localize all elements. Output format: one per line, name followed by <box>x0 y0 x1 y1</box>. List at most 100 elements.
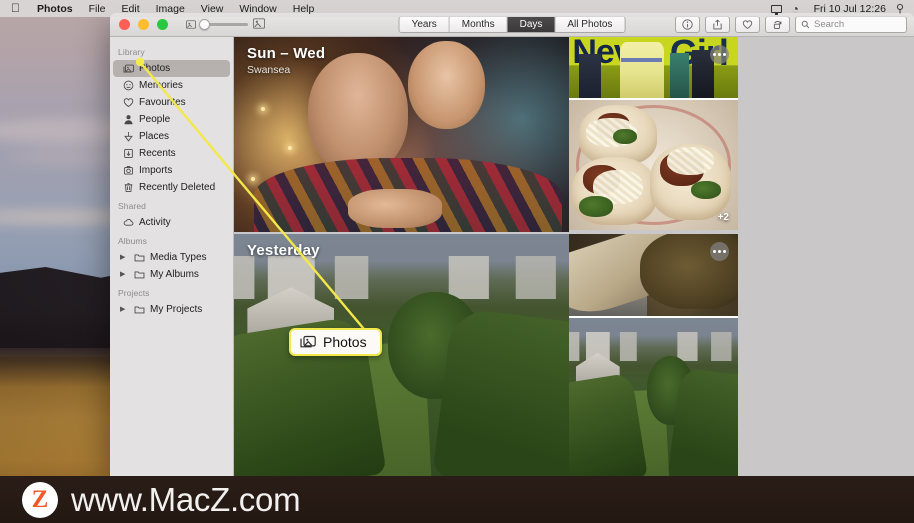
photo-thumbnail <box>234 234 569 476</box>
chevron-right-icon[interactable]: ▶ <box>120 254 128 261</box>
photos-icon <box>122 63 134 75</box>
chevron-right-icon[interactable]: ▶ <box>120 306 128 313</box>
menu-item-file[interactable]: File <box>81 3 114 15</box>
sidebar-section-shared: Shared <box>118 201 147 211</box>
sidebar-item-imports[interactable]: Imports <box>113 162 230 179</box>
photos-app-window: Years Months Days All Photos Search Libr… <box>110 13 914 476</box>
sidebar-item-label: Recently Deleted <box>139 182 216 193</box>
tab-all-photos[interactable]: All Photos <box>555 17 625 32</box>
menu-item-window[interactable]: Window <box>231 3 284 15</box>
folder-icon <box>133 269 145 281</box>
memories-icon <box>122 80 134 92</box>
menu-item-photos[interactable]: Photos <box>29 3 81 15</box>
sidebar-item-photos[interactable]: Photos <box>113 60 230 77</box>
sidebar-section-projects: Projects <box>118 288 150 298</box>
pin-icon <box>122 131 134 143</box>
sidebar-item-media-types[interactable]: ▶ Media Types <box>113 249 230 266</box>
photo-thumbnail <box>569 318 738 476</box>
rotate-button[interactable] <box>765 16 790 33</box>
watermark-url: www.MacZ.com <box>71 480 301 518</box>
photo-grid[interactable]: Sun – Wed Swansea NevGirl <box>234 37 914 476</box>
recents-icon <box>122 148 134 160</box>
menu-item-help[interactable]: Help <box>285 3 323 15</box>
photo-column-right: NevGirl <box>569 37 738 232</box>
sidebar-item-my-albums[interactable]: ▶ My Albums <box>113 266 230 283</box>
sidebar-item-recents[interactable]: Recents <box>113 145 230 162</box>
info-button[interactable] <box>675 16 700 33</box>
large-thumbnails-icon[interactable] <box>253 16 265 34</box>
photo-tile[interactable] <box>569 234 738 316</box>
menu-item-image[interactable]: Image <box>148 3 193 15</box>
macz-logo-badge: Z <box>22 481 58 518</box>
sidebar-item-label: Media Types <box>150 252 207 263</box>
zoom-slider-knob[interactable] <box>199 19 210 30</box>
apple-menu-icon[interactable]:  <box>11 2 20 14</box>
sidebar-item-favourites[interactable]: Favourites <box>113 94 230 111</box>
sidebar-item-label: Photos <box>139 63 171 74</box>
search-placeholder: Search <box>814 19 845 30</box>
photo-tile-hero[interactable]: Sun – Wed Swansea <box>234 37 569 232</box>
maximize-button[interactable] <box>157 19 168 30</box>
more-options-button[interactable] <box>710 45 729 64</box>
siri-icon[interactable] <box>792 3 804 15</box>
day-title: Yesterday <box>247 242 320 259</box>
sidebar-item-label: Imports <box>139 165 173 176</box>
callout-label: Photos <box>323 334 367 350</box>
menu-item-edit[interactable]: Edit <box>114 3 148 15</box>
watermark-bar: Z www.MacZ.com <box>0 476 914 523</box>
day-title: Sun – Wed <box>247 45 326 62</box>
folder-icon <box>133 304 145 316</box>
sidebar-item-label: People <box>139 114 171 125</box>
imports-icon <box>122 165 134 177</box>
zoom-slider-track[interactable] <box>199 19 248 30</box>
photo-tile[interactable] <box>569 316 738 476</box>
sidebar-item-people[interactable]: People <box>113 111 230 128</box>
sidebar-item-memories[interactable]: Memories <box>113 77 230 94</box>
minimize-button[interactable] <box>138 19 149 30</box>
folder-icon <box>133 252 145 264</box>
sidebar-item-activity[interactable]: Activity <box>113 214 230 231</box>
day-group-sun-wed: Sun – Wed Swansea NevGirl <box>234 37 914 232</box>
favorite-button[interactable] <box>735 16 760 33</box>
display-icon[interactable] <box>770 4 782 15</box>
share-button[interactable] <box>705 16 730 33</box>
spotlight-search-icon[interactable]: ⚲ <box>896 2 904 15</box>
tab-years[interactable]: Years <box>399 17 450 32</box>
traffic-light-buttons <box>119 19 168 30</box>
photo-tile[interactable]: NevGirl <box>569 37 738 98</box>
search-field[interactable]: Search <box>795 16 907 33</box>
tab-days[interactable]: Days <box>507 17 556 32</box>
day-header: Sun – Wed Swansea <box>247 45 325 76</box>
day-subtitle: Swansea <box>247 64 291 76</box>
menu-item-view[interactable]: View <box>193 3 232 15</box>
view-mode-segmented-control[interactable]: Years Months Days All Photos <box>398 16 626 33</box>
annotation-callout-photos: Photos <box>289 328 382 356</box>
sidebar-item-places[interactable]: Places <box>113 128 230 145</box>
sidebar-item-my-projects[interactable]: ▶ My Projects <box>113 301 230 318</box>
heart-icon <box>122 97 134 109</box>
sidebar-item-label: Memories <box>139 80 183 91</box>
sidebar-section-albums: Albums <box>118 236 147 246</box>
sidebar-item-label: Activity <box>139 217 171 228</box>
thumbnail-zoom-slider[interactable] <box>186 16 265 34</box>
sidebar-item-label: Recents <box>139 148 176 159</box>
photo-column-right <box>569 234 738 476</box>
more-options-button[interactable] <box>710 242 729 261</box>
sidebar-item-label: Places <box>139 131 170 142</box>
sidebar-item-recently-deleted[interactable]: Recently Deleted <box>113 179 230 196</box>
sidebar-item-label: My Projects <box>150 304 203 315</box>
cloud-icon <box>122 217 134 229</box>
photo-tile-hero[interactable]: Yesterday <box>234 234 569 476</box>
photo-thumbnail <box>569 100 738 230</box>
macos-menu-bar:  Photos File Edit Image View Window Hel… <box>0 0 914 17</box>
sidebar: Library Photos Memories Favourites Peopl… <box>110 37 234 476</box>
chevron-right-icon[interactable]: ▶ <box>120 271 128 278</box>
toolbar-right-group: Search <box>675 16 907 33</box>
menu-bar-clock[interactable]: Fri 10 Jul 12:26 <box>814 3 886 15</box>
close-button[interactable] <box>119 19 130 30</box>
stack-count-badge: +2 <box>717 212 729 223</box>
photos-icon <box>300 335 316 349</box>
tab-months[interactable]: Months <box>449 17 508 32</box>
small-thumbnails-icon[interactable] <box>186 16 196 34</box>
photo-tile[interactable]: +2 <box>569 98 738 230</box>
